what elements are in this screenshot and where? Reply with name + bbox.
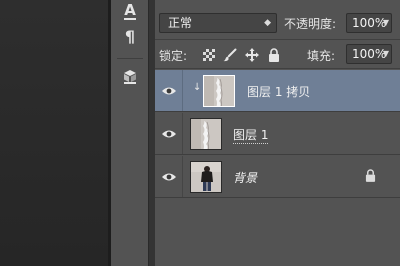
- blend-mode-value: 正常: [168, 16, 193, 30]
- character-panel-icon[interactable]: A: [117, 0, 143, 22]
- layer-row[interactable]: 背景: [155, 156, 400, 198]
- character-glyph: A: [124, 1, 136, 20]
- workspace-background: [0, 0, 110, 266]
- lock-position-icon[interactable]: [244, 47, 260, 63]
- layer-thumbnail: [190, 161, 222, 193]
- chevron-updown-icon: ◆: [264, 18, 271, 28]
- toolbar-separator: [117, 58, 143, 59]
- eye-icon: [161, 87, 176, 94]
- layer-row[interactable]: 图层 1: [155, 113, 400, 155]
- layer-name[interactable]: 背景: [233, 169, 257, 186]
- collapsed-panel-dock: A ¶: [111, 0, 149, 266]
- layer-visibility-toggle[interactable]: [155, 156, 183, 197]
- eye-icon: [161, 173, 176, 180]
- fill-field[interactable]: 100% ▼: [346, 44, 392, 64]
- lock-icon: [365, 169, 376, 185]
- opacity-field[interactable]: 100% ▼: [346, 13, 392, 33]
- layer-name[interactable]: 图层 1 拷贝: [247, 83, 310, 100]
- fill-value: 100%: [352, 47, 387, 61]
- layer-row[interactable]: ↓ 图层 1 拷贝: [155, 70, 400, 112]
- paragraph-icon[interactable]: ¶: [117, 25, 143, 47]
- layer-thumbnail: [203, 75, 235, 107]
- lock-all-icon[interactable]: [266, 47, 282, 63]
- 3d-cube-icon[interactable]: [117, 66, 143, 88]
- layer-visibility-toggle[interactable]: [155, 70, 183, 111]
- layers-options-row: 正常 ◆ 不透明度: 100% ▼: [155, 0, 400, 40]
- paragraph-glyph: ¶: [124, 26, 136, 46]
- lock-image-pixels-icon[interactable]: [222, 47, 238, 63]
- eye-icon: [161, 130, 176, 137]
- layers-panel: 正常 ◆ 不透明度: 100% ▼ 锁定: 填充: 100% ▼ ↓ 图层 1 …: [155, 0, 400, 266]
- opacity-value: 100%: [352, 16, 387, 30]
- chevron-down-icon: ▼: [382, 49, 389, 58]
- blend-mode-select[interactable]: 正常 ◆: [159, 13, 277, 33]
- opacity-label: 不透明度:: [284, 17, 337, 31]
- lock-transparent-pixels-icon[interactable]: [201, 47, 217, 63]
- layer-name[interactable]: 图层 1: [233, 126, 269, 144]
- lock-label: 锁定:: [159, 49, 188, 63]
- chevron-down-icon: ▼: [382, 18, 389, 27]
- fill-label: 填充:: [307, 49, 336, 63]
- layer-visibility-toggle[interactable]: [155, 113, 183, 154]
- clipping-mask-arrow-icon: ↓: [193, 82, 202, 93]
- layer-thumbnail: [190, 118, 222, 150]
- lock-fill-row: 锁定: 填充: 100% ▼: [155, 41, 400, 69]
